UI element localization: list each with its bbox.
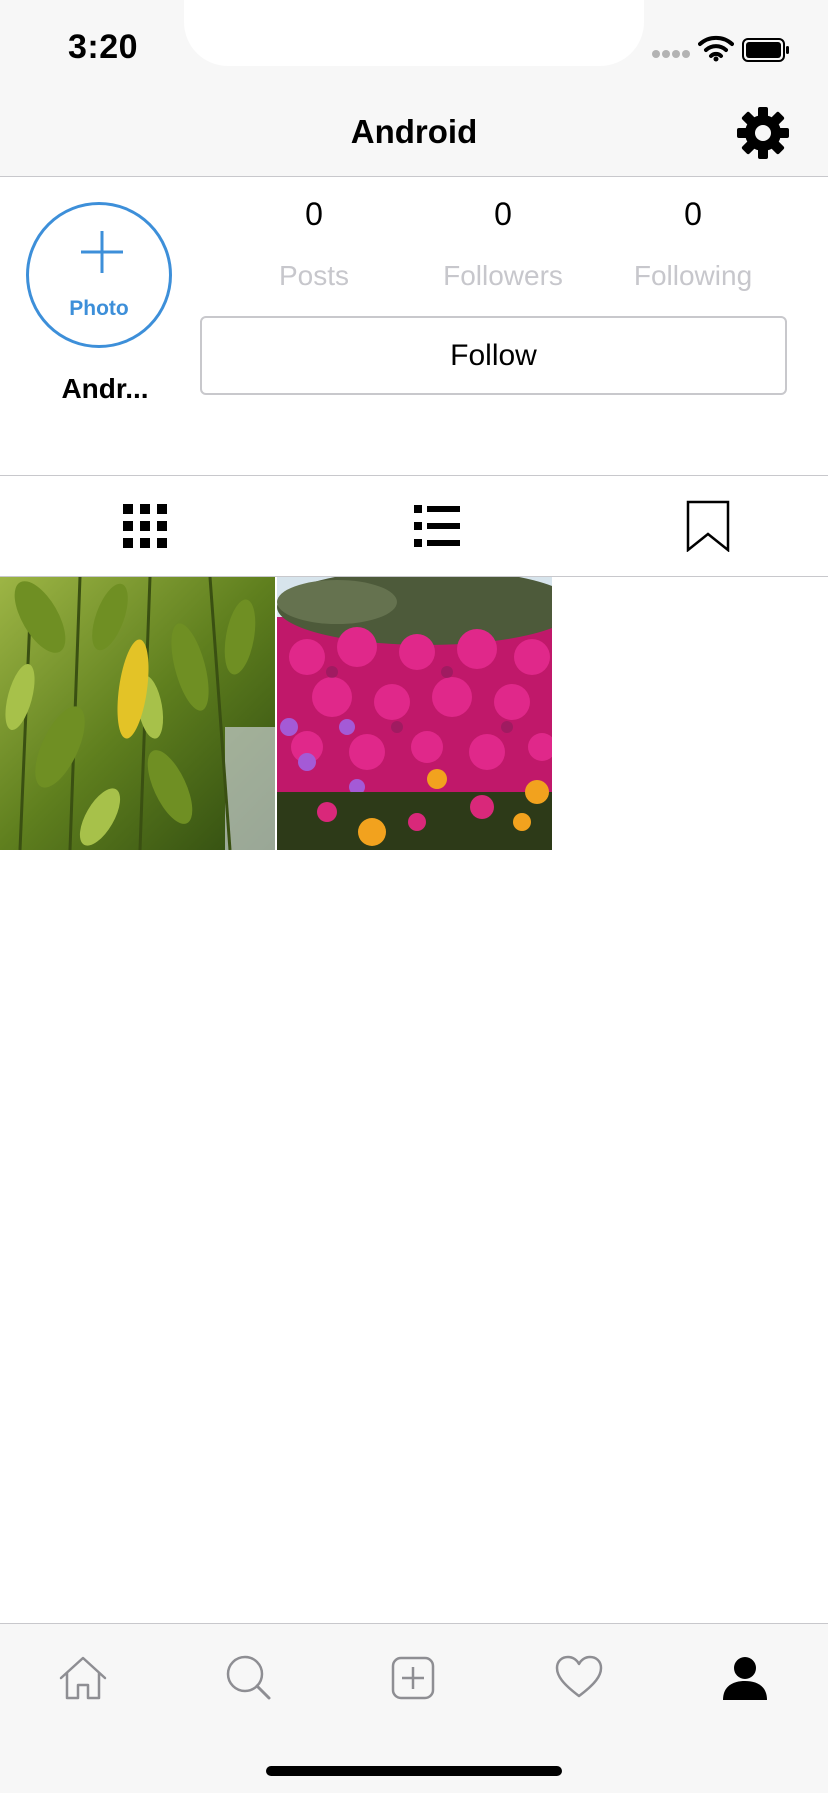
settings-gear-icon[interactable] bbox=[736, 106, 790, 160]
photo-thumbnail-flowers[interactable] bbox=[277, 577, 552, 850]
add-profile-photo-button[interactable]: Photo bbox=[26, 202, 172, 348]
following-label[interactable]: Following bbox=[603, 260, 783, 292]
plus-icon bbox=[81, 231, 123, 273]
profile-username: Andr... bbox=[61, 373, 149, 404]
add-post-icon[interactable] bbox=[387, 1652, 439, 1704]
posts-count[interactable]: 0 bbox=[224, 196, 404, 233]
followers-label[interactable]: Followers bbox=[413, 260, 593, 292]
grid-view-tab-icon[interactable] bbox=[121, 500, 169, 552]
profile-icon[interactable] bbox=[719, 1652, 771, 1704]
cellular-signal-icon bbox=[652, 50, 692, 60]
follow-button[interactable]: Follow bbox=[200, 316, 787, 395]
followers-count[interactable]: 0 bbox=[413, 196, 593, 233]
navigation-bar: Android bbox=[0, 88, 828, 177]
status-time: 3:20 bbox=[68, 28, 139, 66]
saved-bookmark-tab-icon[interactable] bbox=[684, 500, 732, 552]
search-icon[interactable] bbox=[223, 1652, 275, 1704]
home-icon[interactable] bbox=[57, 1652, 109, 1704]
list-view-tab-icon[interactable] bbox=[413, 500, 461, 552]
heart-icon[interactable] bbox=[553, 1652, 605, 1704]
wifi-icon bbox=[698, 35, 734, 62]
photo-thumbnail-leaves[interactable] bbox=[0, 577, 275, 850]
device-notch bbox=[184, 0, 644, 66]
posts-label[interactable]: Posts bbox=[224, 260, 404, 292]
avatar-photo-label: Photo bbox=[69, 297, 129, 320]
page-title: Android bbox=[350, 113, 478, 150]
home-indicator[interactable] bbox=[266, 1766, 562, 1776]
following-count[interactable]: 0 bbox=[603, 196, 783, 233]
divider bbox=[0, 475, 828, 476]
battery-icon bbox=[742, 38, 789, 62]
